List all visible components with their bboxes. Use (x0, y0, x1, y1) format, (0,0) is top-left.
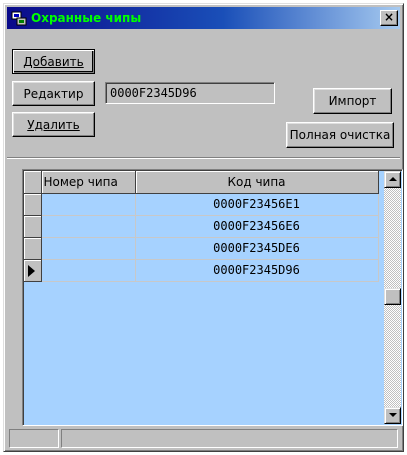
title-bar[interactable]: Охранные чипы × (7, 7, 400, 29)
cell-code[interactable]: 0000F23456E6 (135, 215, 379, 238)
edit-button-label: Редактир (23, 86, 84, 101)
chips-grid[interactable]: Номер чипа Код чипа 0000F23456E1 0000F23… (22, 169, 403, 426)
cell-number[interactable] (41, 193, 136, 216)
cell-number[interactable] (41, 237, 136, 260)
cell-code[interactable]: 0000F2345DE6 (135, 237, 379, 260)
scroll-down-icon (389, 413, 397, 417)
status-panel-2 (61, 429, 398, 448)
row-indicator[interactable] (24, 193, 42, 216)
cell-number[interactable] (41, 259, 136, 282)
vertical-scrollbar[interactable] (384, 171, 401, 424)
add-button[interactable]: Добавить (12, 49, 95, 74)
clear-all-button[interactable]: Полная очистка (286, 122, 394, 148)
delete-button[interactable]: Удалить (12, 112, 95, 137)
separator (7, 157, 400, 159)
add-button-label: Добавить (23, 54, 84, 69)
window-title: Охранные чипы (31, 11, 142, 25)
scroll-thumb[interactable] (384, 288, 401, 305)
cell-code[interactable]: 0000F23456E1 (135, 193, 379, 216)
row-indicator[interactable] (24, 215, 42, 238)
app-icon (11, 11, 27, 26)
chips-table: Номер чипа Код чипа 0000F23456E1 0000F23… (24, 171, 379, 282)
table-row-current[interactable]: 0000F2345D96 (24, 259, 379, 282)
column-header-code[interactable]: Код чипа (135, 171, 379, 194)
close-button[interactable]: × (380, 10, 398, 26)
chip-code-field[interactable]: 0000F2345D96 (105, 82, 275, 104)
status-bar (7, 428, 400, 449)
scroll-down-button[interactable] (384, 407, 401, 424)
row-indicator[interactable] (24, 237, 42, 260)
cell-number[interactable] (41, 215, 136, 238)
close-icon: × (383, 10, 395, 24)
import-button[interactable]: Импорт (313, 88, 392, 114)
header-row: Номер чипа Код чипа (24, 171, 379, 194)
table-row[interactable]: 0000F23456E6 (24, 215, 379, 238)
import-button-label: Импорт (328, 94, 377, 108)
scroll-up-button[interactable] (384, 171, 401, 188)
clear-all-button-label: Полная очистка (289, 128, 391, 142)
indicator-header (24, 171, 42, 194)
cell-code[interactable]: 0000F2345D96 (135, 259, 379, 282)
status-panel-1 (9, 429, 59, 448)
current-row-arrow-icon (28, 264, 35, 277)
column-header-number[interactable]: Номер чипа (41, 171, 136, 194)
table-row[interactable]: 0000F23456E1 (24, 193, 379, 216)
row-indicator[interactable] (24, 259, 42, 282)
scroll-up-icon (389, 177, 397, 181)
table-row[interactable]: 0000F2345DE6 (24, 237, 379, 260)
edit-button[interactable]: Редактир (12, 81, 95, 106)
delete-button-label: Удалить (27, 117, 80, 132)
chips-window: Охранные чипы × Добавить Редактир Удалит… (3, 3, 404, 452)
